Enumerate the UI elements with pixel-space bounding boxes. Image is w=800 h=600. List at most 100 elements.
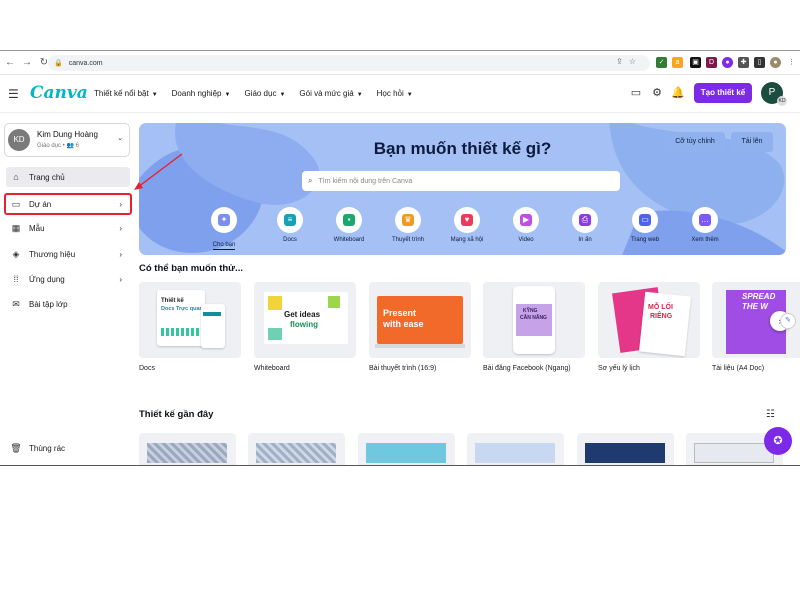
category-label: Xem thêm — [691, 237, 719, 243]
apps-grid-icon: ⁞⁞ — [13, 274, 19, 284]
sidepanel-icon[interactable]: ▯ — [754, 57, 765, 68]
card-label: Bài đăng Facebook (Ngang) — [483, 365, 571, 372]
sidebar-item-assignments[interactable]: ✉ Bài tập lớp — [6, 294, 130, 314]
back-icon[interactable]: ← — [3, 57, 17, 68]
extension-icon[interactable]: ● — [722, 57, 733, 68]
website-icon: ▭ — [639, 214, 651, 226]
sidebar-item-projects[interactable]: ▭ Dự án › — [4, 193, 132, 215]
extension-icon[interactable]: a — [672, 57, 683, 68]
assignment-icon: ✉ — [12, 298, 20, 309]
recent-design-card[interactable] — [467, 433, 564, 465]
hamburger-icon[interactable]: ☰ — [8, 87, 19, 101]
chevron-right-icon: › — [119, 249, 122, 259]
recent-design-card[interactable] — [248, 433, 345, 465]
category-more[interactable]: … Xem thêm — [680, 207, 730, 243]
printer-icon: ⎙ — [579, 214, 591, 226]
avatar-badge: KD — [777, 96, 787, 106]
app-header: ☰ Canva Thiết kế nổi bật ▼ Doanh nghiệp ▼ … — [0, 75, 800, 113]
extension-icon[interactable]: ▣ — [690, 57, 701, 68]
lock-icon: 🔒 — [54, 60, 63, 67]
url-text: canva.com — [68, 59, 103, 67]
avatar[interactable]: P KD — [761, 82, 787, 106]
category-presentation[interactable]: ♛ Thuyết trình — [383, 207, 433, 243]
bookmark-star-icon[interactable]: ⇪☆ — [616, 57, 642, 66]
address-bar[interactable]: 🔒 canva.com ⇪☆ — [48, 55, 650, 71]
top-nav: Thiết kế nổi bật ▼ Doanh nghiệp ▼ Giáo dục… — [94, 89, 413, 98]
sidebar-item-templates[interactable]: ▦ Mẫu › — [6, 218, 130, 238]
suggest-card-resume[interactable]: MỖ LỐI RIÊNG — [598, 282, 700, 358]
canva-logo[interactable]: Canva — [30, 83, 88, 103]
nav-item[interactable]: Thiết kế nổi bật ▼ — [94, 89, 158, 98]
sidebar: KD Kim Dung Hoàng Giáo dục • 👥 6 ⌄ ⌂ Tra… — [0, 113, 132, 465]
suggest-card-presentation[interactable]: Present with ease — [369, 282, 471, 358]
docs-icon: ≡ — [284, 214, 296, 226]
suggest-card-docs[interactable]: Thiết kế Docs Trực quan — [139, 282, 241, 358]
sidebar-item-brand[interactable]: ◈ Thương hiệu › — [6, 244, 130, 264]
recent-design-card[interactable] — [358, 433, 455, 465]
chevron-right-icon: › — [119, 199, 122, 209]
account-switcher[interactable]: KD Kim Dung Hoàng Giáo dục • 👥 6 ⌄ — [4, 123, 130, 157]
recent-design-card[interactable] — [139, 433, 236, 465]
brand-icon: ◈ — [12, 248, 20, 259]
suggest-card-facebook[interactable]: KỸNG CĂN NĂNG — [483, 282, 585, 358]
card-text: Docs Trực quan — [161, 306, 203, 312]
card-text: THE W — [742, 302, 768, 311]
nav-item[interactable]: Giáo dục ▼ — [244, 89, 285, 98]
suggest-card-whiteboard[interactable]: Get ideas flowing — [254, 282, 356, 358]
puzzle-icon[interactable]: ✚ — [738, 57, 749, 68]
browser-window: ← → ↻ 🔒 canva.com ⇪☆ ✓ a ▣ D ● ✚ ▯ ● ⋮ ☰… — [0, 50, 800, 466]
profile-icon[interactable]: ● — [770, 57, 781, 68]
template-icon: ▦ — [11, 222, 21, 233]
sidebar-item-label: Thương hiệu — [29, 249, 76, 259]
nav-item[interactable]: Gói và mức giá ▼ — [299, 89, 362, 98]
card-text: with ease — [383, 319, 424, 329]
category-for-you[interactable]: ✦ Cho bạn — [199, 207, 249, 251]
sidebar-item-home[interactable]: ⌂ Trang chủ — [6, 167, 130, 187]
recent-design-card[interactable] — [577, 433, 674, 465]
category-website[interactable]: ▭ Trang web — [620, 207, 670, 243]
heart-icon: ♥ — [461, 214, 473, 226]
chevron-right-icon: › — [119, 223, 122, 233]
category-label: Video — [518, 237, 534, 243]
category-label: Trang web — [630, 237, 660, 243]
category-docs[interactable]: ≡ Docs — [265, 207, 315, 243]
chevron-right-icon: › — [119, 274, 122, 284]
bell-icon[interactable]: 🔔 — [671, 86, 685, 100]
main-content: Bạn muốn thiết kế gì? Cỡ tùy chỉnh Tải l… — [132, 113, 800, 465]
sidebar-item-apps[interactable]: ⁞⁞ Ứng dụng › — [6, 269, 130, 289]
nav-item[interactable]: Học hỏi ▼ — [377, 89, 413, 98]
category-label: Whiteboard — [333, 237, 365, 243]
presentation-icon: ♛ — [402, 214, 414, 226]
card-text: Get ideas — [284, 310, 321, 319]
extension-icon[interactable]: D — [706, 57, 717, 68]
nav-item[interactable]: Doanh nghiệp ▼ — [172, 89, 231, 98]
sidebar-item-trash[interactable]: 🗑 Thùng rác — [6, 438, 130, 458]
help-icon[interactable]: ✪ — [764, 427, 792, 455]
upload-button[interactable]: Tải lên — [731, 132, 773, 152]
category-label: Mạng xã hội — [450, 237, 484, 243]
category-print[interactable]: ⎙ In ấn — [560, 207, 610, 243]
category-social[interactable]: ♥ Mạng xã hội — [442, 207, 492, 243]
category-label: Docs — [283, 237, 297, 243]
category-whiteboard[interactable]: ▪ Whiteboard — [324, 207, 374, 243]
grid-view-icon[interactable]: ☷ — [766, 409, 775, 420]
card-label: Tài liệu (A4 Dọc) — [712, 365, 765, 372]
card-text: MỖ LỐI — [648, 304, 673, 311]
search-input[interactable]: ⌕ Tìm kiếm nội dung trên Canva — [302, 171, 620, 191]
extension-icon[interactable]: ✓ — [656, 57, 667, 68]
create-design-button[interactable]: Tạo thiết kế — [694, 83, 752, 103]
assistant-icon[interactable]: ✎ — [780, 313, 796, 329]
search-placeholder: Tìm kiếm nội dung trên Canva — [318, 177, 413, 185]
gear-icon[interactable]: ⚙ — [650, 86, 664, 100]
menu-icon[interactable]: ⋮ — [786, 57, 797, 68]
desktop-icon[interactable]: ▭ — [629, 86, 643, 100]
video-icon: ▶ — [520, 214, 532, 226]
trash-icon: 🗑 — [10, 442, 22, 453]
sidebar-item-label: Ứng dụng — [29, 274, 65, 284]
forward-icon[interactable]: → — [20, 57, 34, 68]
card-label: Sơ yếu lý lịch — [598, 365, 640, 372]
chevron-down-icon: ▼ — [279, 92, 286, 98]
custom-size-button[interactable]: Cỡ tùy chỉnh — [665, 132, 725, 152]
sidebar-item-label: Dự án — [29, 199, 52, 209]
category-video[interactable]: ▶ Video — [501, 207, 551, 243]
